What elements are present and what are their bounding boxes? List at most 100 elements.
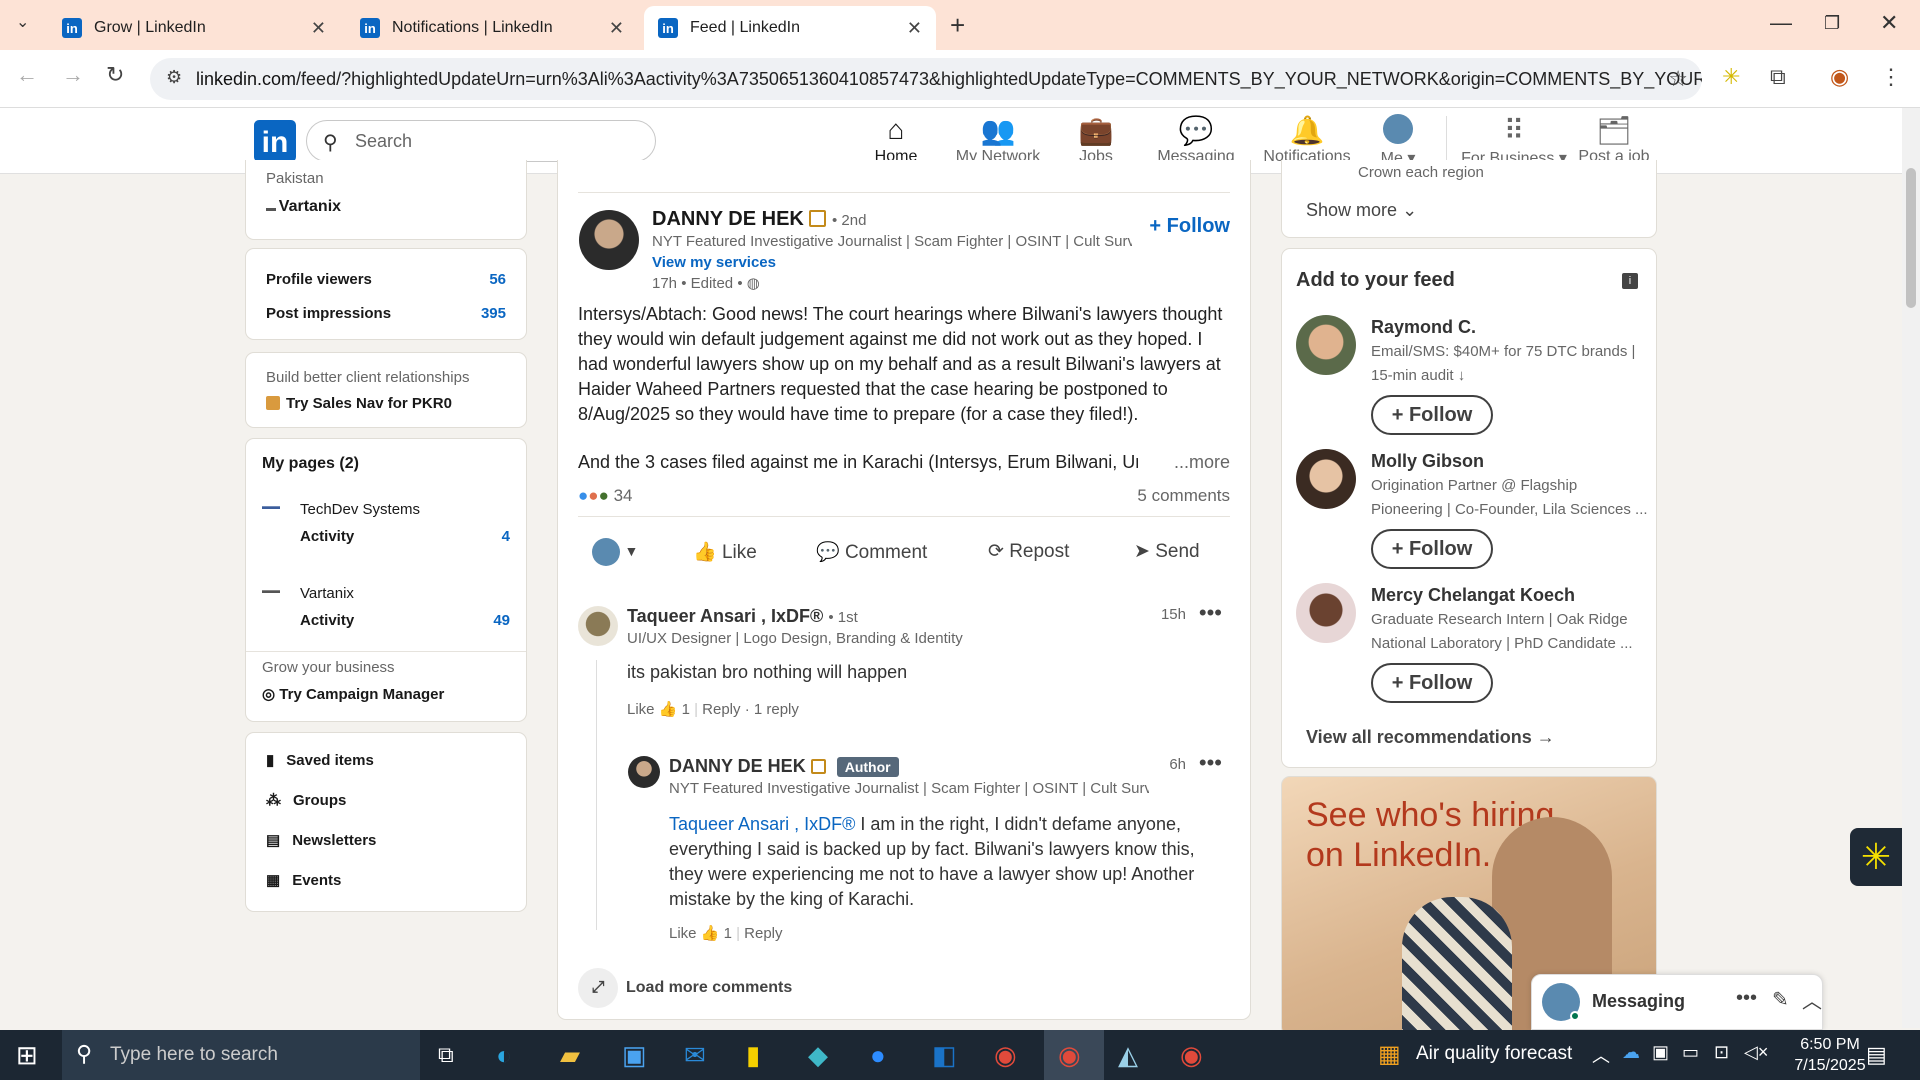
volume-icon[interactable]: ◁× (1744, 1042, 1768, 1063)
page-activity-count[interactable]: 4 (502, 528, 510, 545)
forward-icon[interactable]: → (62, 62, 84, 88)
author-avatar[interactable] (579, 210, 639, 270)
chrome-menu-icon[interactable]: ⋮ (1880, 64, 1902, 90)
new-tab-icon[interactable]: + (950, 10, 965, 41)
reply-like-count[interactable]: 1 (724, 925, 732, 942)
rec-avatar[interactable] (1296, 449, 1356, 509)
close-tab-icon[interactable]: ✕ (907, 18, 922, 39)
minimize-icon[interactable]: — (1770, 10, 1792, 36)
network-icon[interactable]: ⊡ (1714, 1042, 1729, 1063)
mail-icon[interactable]: ✉ (684, 1040, 706, 1071)
outlook-icon[interactable]: ◧ (932, 1040, 957, 1071)
zoom-icon[interactable]: ● (870, 1040, 886, 1071)
profile-company[interactable]: ▬ Vartanix (266, 198, 341, 216)
reaction-author-selector[interactable]: ▼ (592, 538, 638, 566)
stat-value[interactable]: 56 (489, 271, 506, 288)
premium-promo-card[interactable]: Build better client relationships Try Sa… (245, 352, 527, 428)
follow-button[interactable]: + Follow (1371, 529, 1493, 569)
weather-text[interactable]: Air quality forecast (1416, 1043, 1572, 1065)
stat-label[interactable]: Profile viewers (266, 271, 372, 288)
extensions-puzzle-icon[interactable]: ⧉ (1770, 64, 1786, 90)
app-icon[interactable]: ◭ (1118, 1040, 1138, 1071)
battery-icon[interactable]: ▭ (1682, 1042, 1699, 1063)
news-item[interactable]: Crown each region (1358, 164, 1484, 181)
promo-link[interactable]: Try Sales Nav for PKR0 (266, 395, 452, 412)
bookmark-star-icon[interactable]: ☆ (1668, 66, 1688, 92)
rec-name[interactable]: Raymond C. (1371, 317, 1476, 338)
taskbar-search[interactable]: ⚲ Type here to search (62, 1030, 420, 1080)
close-window-icon[interactable]: ✕ (1880, 10, 1898, 36)
file-explorer-icon[interactable]: ▰ (560, 1040, 580, 1071)
rec-avatar[interactable] (1296, 583, 1356, 643)
stat-label[interactable]: Post impressions (266, 305, 391, 322)
comment-like-button[interactable]: Like (627, 701, 655, 718)
onedrive-icon[interactable]: ☁ (1622, 1042, 1640, 1063)
windows-start-icon[interactable]: ⊞ (16, 1040, 38, 1071)
chrome-icon[interactable]: ◉ (994, 1040, 1017, 1071)
rec-name[interactable]: Mercy Chelangat Koech (1371, 585, 1575, 606)
repost-button[interactable]: ⟳ Repost (988, 540, 1069, 563)
reply-options-icon[interactable]: ••• (1199, 750, 1222, 776)
tab-grow[interactable]: in Grow | LinkedIn ✕ (48, 6, 340, 50)
notification-center-icon[interactable]: ▤ (1866, 1042, 1887, 1068)
reply-author-name[interactable]: DANNY DE HEK Author (669, 756, 899, 777)
edge-icon[interactable]: ◐ (496, 1040, 512, 1071)
tab-feed[interactable]: in Feed | LinkedIn ✕ (644, 6, 936, 50)
page-name[interactable]: Vartanix (300, 585, 354, 602)
campaign-link[interactable]: ◎ Try Campaign Manager (262, 685, 444, 703)
page-activity-label[interactable]: Activity (300, 612, 354, 629)
chrome-icon[interactable]: ◉ (1058, 1040, 1081, 1071)
comment-reply-button[interactable]: Reply (702, 701, 740, 718)
reload-icon[interactable]: ↻ (106, 62, 124, 88)
tab-notifications[interactable]: in Notifications | LinkedIn ✕ (346, 6, 638, 50)
comment-options-icon[interactable]: ••• (1199, 600, 1222, 626)
like-button[interactable]: 👍 Like (693, 540, 757, 564)
follow-button[interactable]: + Follow (1371, 395, 1493, 435)
comment-button[interactable]: 💬 Comment (816, 540, 927, 564)
restore-icon[interactable]: ❐ (1824, 13, 1840, 34)
page-activity-label[interactable]: Activity (300, 528, 354, 545)
saved-items-link[interactable]: ▮ Saved items (266, 751, 374, 769)
clock[interactable]: 6:50 PM 7/15/2025 (1780, 1034, 1880, 1076)
search-input[interactable]: ⚲ Search (306, 120, 656, 162)
reply-reply-button[interactable]: Reply (744, 925, 782, 942)
reply-count[interactable]: · 1 reply (745, 701, 799, 718)
author-name[interactable]: DANNY DE HEK • 2nd (652, 208, 866, 231)
commenter-name[interactable]: Taqueer Ansari , IxDF® • 1st (627, 606, 858, 627)
rec-name[interactable]: Molly Gibson (1371, 451, 1484, 472)
chevron-up-icon[interactable]: ︿ (1802, 985, 1822, 1014)
back-icon[interactable]: ← (16, 62, 38, 88)
tray-app-icon[interactable]: ▣ (1652, 1042, 1669, 1063)
tray-chevron-icon[interactable]: ︿ (1592, 1042, 1610, 1068)
comment-like-count[interactable]: 1 (682, 701, 690, 718)
app-icon[interactable]: ◆ (808, 1040, 828, 1071)
commenter-avatar[interactable] (578, 606, 618, 646)
linkedin-logo[interactable]: in (254, 120, 296, 162)
scrollbar[interactable] (1902, 108, 1920, 1028)
rec-avatar[interactable] (1296, 315, 1356, 375)
comments-count[interactable]: 5 comments (1137, 486, 1230, 506)
page-name[interactable]: TechDev Systems (300, 501, 420, 518)
tab-list-icon[interactable]: ⌄ (16, 12, 29, 32)
load-more-comments-button[interactable]: ⤢ Load more comments (578, 968, 792, 1008)
chrome-icon[interactable]: ◉ (1180, 1040, 1203, 1071)
mention-link[interactable]: Taqueer Ansari , IxDF® (669, 814, 855, 834)
messaging-bar[interactable]: Messaging ••• ✎ ︿ (1531, 974, 1823, 1030)
reaction-count[interactable]: ●●● 34 (578, 486, 633, 506)
view-all-recommendations-link[interactable]: View all recommendations → (1306, 727, 1555, 748)
newsletters-link[interactable]: ▤ Newsletters (266, 831, 376, 849)
info-icon[interactable]: i (1622, 273, 1638, 289)
task-view-icon[interactable]: ⧉ (438, 1042, 454, 1068)
show-more-button[interactable]: Show more ⌄ (1306, 200, 1417, 221)
stat-value[interactable]: 395 (481, 305, 506, 322)
follow-button[interactable]: + Follow (1371, 663, 1493, 703)
profile-icon[interactable]: ◉ (1830, 64, 1849, 90)
site-info-icon[interactable]: ⚙ (166, 67, 182, 88)
scrollbar-thumb[interactable] (1906, 168, 1916, 308)
reply-like-button[interactable]: Like (669, 925, 697, 942)
more-options-icon[interactable]: ••• (1736, 987, 1757, 1010)
reply-author-avatar[interactable] (628, 756, 660, 788)
see-more-link[interactable]: ...more (1174, 452, 1230, 473)
close-tab-icon[interactable]: ✕ (609, 18, 624, 39)
close-tab-icon[interactable]: ✕ (311, 18, 326, 39)
